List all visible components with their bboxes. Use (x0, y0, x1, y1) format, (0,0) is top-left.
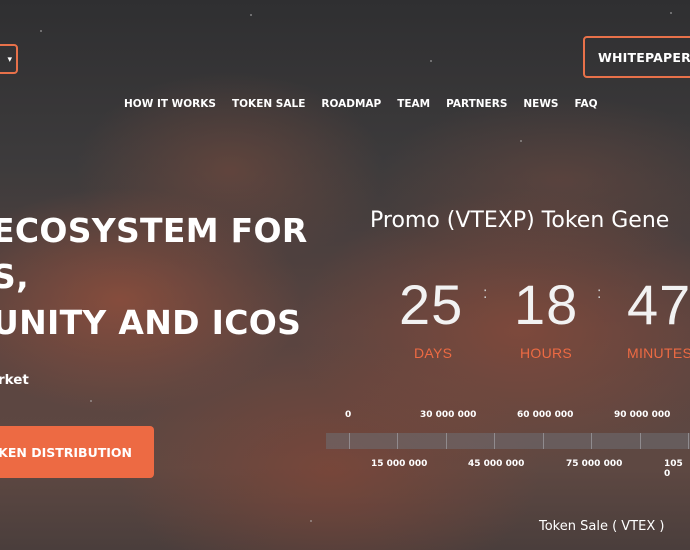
token-sale-label: Token Sale ( VTEX ) (539, 519, 665, 534)
nav-item-news[interactable]: NEWS (523, 98, 558, 110)
promo-title: Promo (VTEXP) Token Gene (370, 208, 670, 233)
main-nav: HOW IT WORKS TOKEN SALE ROADMAP TEAM PAR… (124, 98, 614, 110)
progress-tick (640, 433, 641, 449)
nav-item-partners[interactable]: PARTNERS (446, 98, 507, 110)
progress-tick (591, 433, 592, 449)
scale-label-bottom: 75 000 000 (566, 459, 623, 469)
nav-item-roadmap[interactable]: ROADMAP (321, 98, 381, 110)
chevron-down-icon: ▾ (7, 53, 12, 64)
token-distribution-label: OKEN DISTRIBUTION (0, 444, 132, 460)
whitepaper-label: WHITEPAPER (598, 49, 690, 65)
star-dot (40, 30, 42, 32)
progress-tick (446, 433, 447, 449)
hero-title: ECOSYSTEM FOR S, UNITY AND ICOS (0, 208, 308, 346)
whitepaper-button[interactable]: WHITEPAPER (583, 36, 690, 78)
hero-title-line: UNITY AND ICOS (0, 303, 302, 342)
countdown-minutes: 47 (627, 273, 690, 336)
star-dot (250, 14, 252, 16)
nav-item-token-sale[interactable]: TOKEN SALE (232, 98, 305, 110)
scale-label-bottom: 15 000 000 (371, 459, 428, 469)
star-dot (90, 400, 92, 402)
progress-tick (688, 433, 689, 449)
countdown-minutes-label: MINUTES (627, 345, 690, 361)
hero-subtitle: rket (0, 372, 29, 388)
progress-tick (543, 433, 544, 449)
star-dot (310, 520, 312, 522)
scale-label-bottom: 45 000 000 (468, 459, 525, 469)
hero-title-line: ECOSYSTEM FOR (0, 211, 308, 250)
scale-label-bottom: 105 0 (664, 459, 683, 479)
countdown-hours: 18 (514, 273, 579, 336)
countdown-days: 25 (399, 273, 464, 336)
hero-title-line: S, (0, 257, 29, 296)
nav-item-faq[interactable]: FAQ (575, 98, 598, 110)
language-select[interactable]: ▾ (0, 44, 18, 74)
star-dot (430, 60, 432, 62)
progress-tick (494, 433, 495, 449)
star-dot (670, 12, 672, 14)
star-dot (520, 140, 522, 142)
scale-label-top: 90 000 000 (614, 410, 671, 420)
countdown-separator: : (483, 285, 488, 302)
countdown-separator: : (597, 285, 602, 302)
token-sale-progress-track (326, 433, 690, 449)
token-distribution-button[interactable]: OKEN DISTRIBUTION (0, 426, 154, 478)
scale-label-top: 30 000 000 (420, 410, 477, 420)
countdown-hours-label: HOURS (520, 345, 573, 361)
nav-item-team[interactable]: TEAM (397, 98, 430, 110)
progress-tick (349, 433, 350, 449)
nav-item-how-it-works[interactable]: HOW IT WORKS (124, 98, 216, 110)
scale-label-top: 0 (345, 410, 352, 420)
progress-tick (397, 433, 398, 449)
countdown-days-label: DAYS (414, 345, 453, 361)
scale-label-top: 60 000 000 (517, 410, 574, 420)
